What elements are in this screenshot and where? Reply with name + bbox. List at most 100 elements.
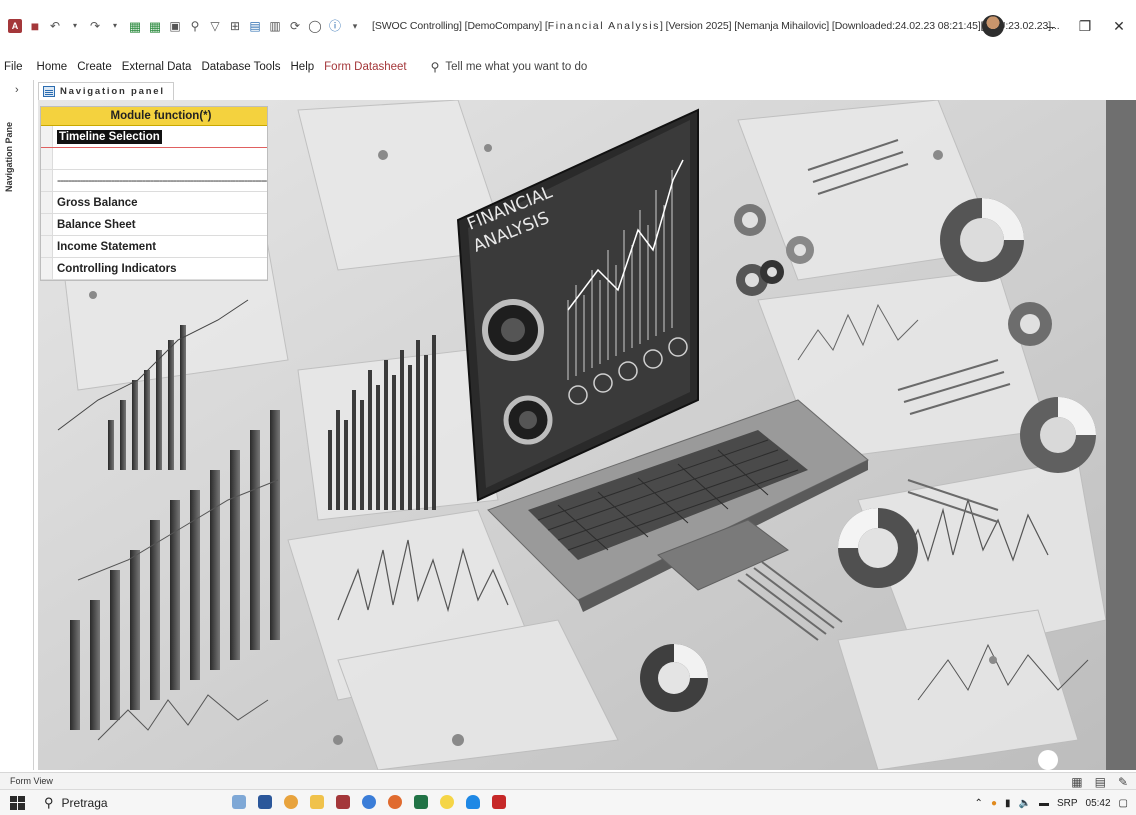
- list-item-controlling-indicators[interactable]: Controlling Indicators: [41, 258, 267, 280]
- window-title: [SWOC Controlling] [DemoCompany] [Financ…: [372, 20, 1060, 32]
- emoji-app-icon[interactable]: [440, 795, 454, 809]
- vertical-scroll-area[interactable]: [1106, 100, 1136, 770]
- tab-database-tools[interactable]: Database Tools: [201, 61, 280, 73]
- datasheet-icon[interactable]: ▤: [248, 19, 262, 33]
- taskbar-search[interactable]: ⚲ Pretraga: [44, 795, 108, 811]
- record-selector[interactable]: [41, 258, 53, 279]
- network-icon[interactable]: ▬: [1039, 798, 1049, 809]
- tab-external-data[interactable]: External Data: [122, 61, 192, 73]
- browser-icon[interactable]: [388, 795, 402, 809]
- taskbar-apps: [232, 795, 506, 809]
- access-icon[interactable]: [336, 795, 350, 809]
- import-excel-icon[interactable]: ▦: [148, 19, 162, 33]
- excel-icon[interactable]: [414, 795, 428, 809]
- chevron-down-icon[interactable]: ▾: [108, 19, 122, 33]
- list-item-timeline-selection[interactable]: Timeline Selection: [41, 126, 267, 148]
- clock[interactable]: 05:42: [1086, 798, 1111, 809]
- list-item-empty[interactable]: [41, 148, 267, 170]
- status-view-label: Form View: [10, 776, 53, 786]
- navigation-pane[interactable]: › Navigation Pane: [0, 80, 34, 770]
- tell-me-search[interactable]: ⚲ Tell me what you want to do: [431, 60, 588, 74]
- outlook-icon[interactable]: [362, 795, 376, 809]
- chevron-up-icon[interactable]: ⌃: [975, 798, 983, 809]
- word-icon[interactable]: [258, 795, 272, 809]
- title-bar: A ■ ↶ ▾ ↷ ▾ ▦ ▦ ▣ ⚲ ▽ ⊞ ▤ ▥ ⟳ ◯ ⓘ ▾ [SWO…: [0, 0, 1136, 52]
- export-excel-icon[interactable]: ▦: [128, 19, 142, 33]
- app-icon[interactable]: [492, 795, 506, 809]
- list-item-label: Balance Sheet: [57, 218, 136, 231]
- document-tab-navigation-panel[interactable]: Navigation panel: [38, 82, 174, 100]
- info-icon[interactable]: ⓘ: [328, 19, 342, 33]
- save-icon[interactable]: ■: [28, 19, 42, 33]
- quick-access-toolbar: A ■ ↶ ▾ ↷ ▾ ▦ ▦ ▣ ⚲ ▽ ⊞ ▤ ▥ ⟳ ◯ ⓘ ▾: [8, 19, 362, 33]
- list-item-label: Controlling Indicators: [57, 262, 177, 275]
- taskbar-search-label: Pretraga: [61, 795, 108, 810]
- list-item-balance-sheet[interactable]: Balance Sheet: [41, 214, 267, 236]
- access-window: A ■ ↶ ▾ ↷ ▾ ▦ ▦ ▣ ⚲ ▽ ⊞ ▤ ▥ ⟳ ◯ ⓘ ▾ [SWO…: [0, 0, 1136, 815]
- sort-icon[interactable]: ⊞: [228, 19, 242, 33]
- record-selector[interactable]: [41, 148, 53, 169]
- layout-icon[interactable]: ▥: [268, 19, 282, 33]
- title-prefix: [SWOC Controlling] [DemoCompany] [: [372, 20, 548, 32]
- list-item-label: Income Statement: [57, 240, 157, 253]
- tab-home[interactable]: Home: [37, 61, 68, 73]
- minimize-button[interactable]: –: [1034, 18, 1068, 34]
- design-view-icon[interactable]: ✎: [1118, 775, 1128, 789]
- record-selector[interactable]: [41, 126, 53, 147]
- redo-icon[interactable]: ↷: [88, 19, 102, 33]
- module-function-list: Module function(*) Timeline Selection --…: [40, 106, 268, 281]
- ribbon-tabs: File Home Create External Data Database …: [0, 56, 1136, 78]
- network-app-icon[interactable]: ●: [991, 798, 997, 809]
- chevron-down-icon[interactable]: ▾: [68, 19, 82, 33]
- windows-start-icon[interactable]: [10, 795, 26, 810]
- notifications-icon[interactable]: ▢: [1119, 798, 1128, 809]
- avatar[interactable]: [982, 15, 1004, 37]
- chevron-right-icon[interactable]: ›: [15, 84, 19, 96]
- list-item-separator[interactable]: ----------------------------------------…: [41, 170, 267, 192]
- volume-icon[interactable]: 🔈: [1019, 798, 1031, 809]
- record-selector[interactable]: [41, 236, 53, 257]
- search-icon[interactable]: ⚲: [188, 19, 202, 33]
- status-bar: Form View ▦ ▤ ✎: [0, 772, 1136, 789]
- refresh-icon[interactable]: ⟳: [288, 19, 302, 33]
- system-tray: ⌃ ● ▮ 🔈 ▬ SRP 05:42 ▢: [975, 790, 1128, 815]
- undo-icon[interactable]: ↶: [48, 19, 62, 33]
- list-item-label: ----------------------------------------…: [57, 174, 267, 187]
- file-explorer-icon[interactable]: [232, 795, 246, 809]
- tab-file[interactable]: File: [4, 61, 23, 73]
- restore-button[interactable]: ❐: [1068, 18, 1102, 35]
- chrome-icon[interactable]: [284, 795, 298, 809]
- tab-help[interactable]: Help: [291, 61, 315, 73]
- record-selector[interactable]: [41, 192, 53, 213]
- list-item-label: Gross Balance: [57, 196, 138, 209]
- list-item-income-statement[interactable]: Income Statement: [41, 236, 267, 258]
- title-app-name: Financial Analysis: [547, 20, 661, 32]
- form-view-icon[interactable]: ▦: [1071, 775, 1082, 789]
- battery-icon[interactable]: ▮: [1005, 798, 1011, 809]
- tell-me-placeholder: Tell me what you want to do: [445, 61, 588, 73]
- shape-icon[interactable]: ◯: [308, 19, 322, 33]
- search-icon: ⚲: [44, 794, 54, 810]
- onedrive-icon[interactable]: [466, 795, 480, 809]
- module-function-header: Module function(*): [41, 107, 267, 126]
- view-switcher: ▦ ▤ ✎: [1071, 773, 1128, 790]
- customize-qat-icon[interactable]: ▾: [348, 19, 362, 33]
- access-icon[interactable]: A: [8, 19, 22, 33]
- window-controls: – ❐ ✕: [982, 0, 1136, 52]
- list-item-label: Timeline Selection: [57, 129, 162, 144]
- filter-icon[interactable]: ▽: [208, 19, 222, 33]
- record-selector[interactable]: [41, 214, 53, 235]
- list-item-gross-balance[interactable]: Gross Balance: [41, 192, 267, 214]
- image-icon[interactable]: ▣: [168, 19, 182, 33]
- language-indicator[interactable]: SRP: [1057, 798, 1078, 809]
- tab-form-datasheet[interactable]: Form Datasheet: [324, 61, 406, 73]
- form-icon: [43, 86, 55, 97]
- windows-taskbar: ⚲ Pretraga ⌃ ● ▮ 🔈 ▬ SRP 05:42 ▢: [0, 789, 1136, 815]
- close-button[interactable]: ✕: [1102, 18, 1136, 35]
- navigation-pane-label[interactable]: Navigation Pane: [4, 122, 14, 192]
- tab-create[interactable]: Create: [77, 61, 112, 73]
- datasheet-view-icon[interactable]: ▤: [1095, 775, 1106, 789]
- document-tab-label: Navigation panel: [60, 86, 165, 97]
- record-selector[interactable]: [41, 170, 53, 191]
- folder-icon[interactable]: [310, 795, 324, 809]
